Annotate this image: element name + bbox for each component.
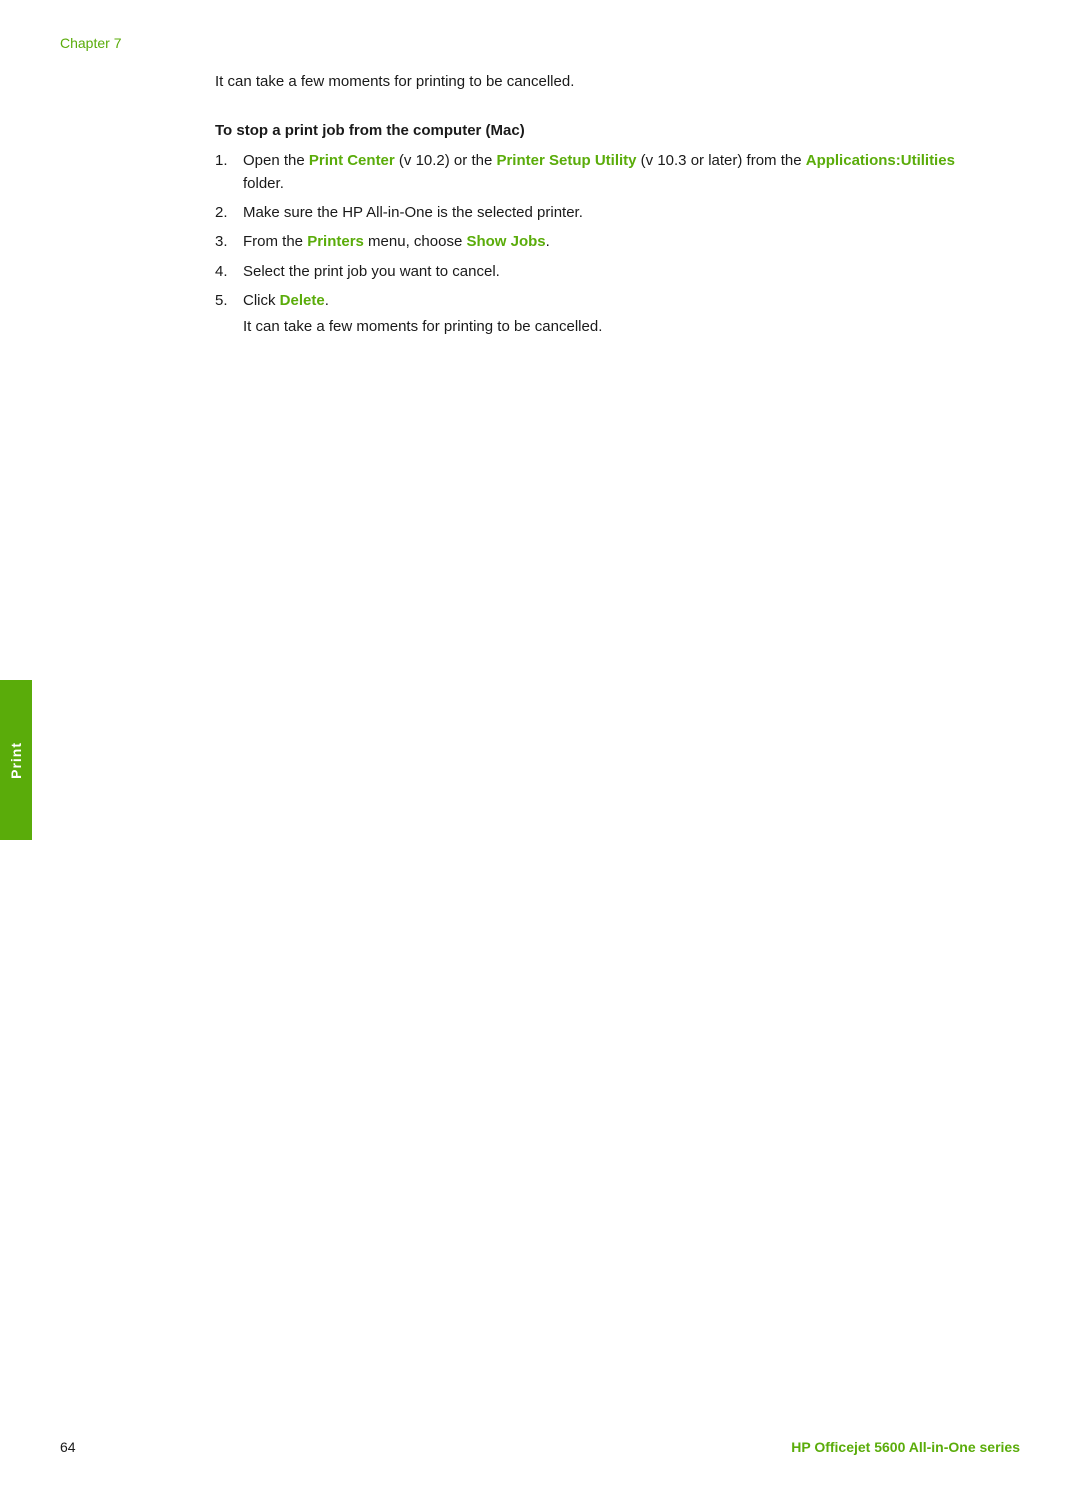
list-item: 4. Select the print job you want to canc…: [215, 260, 960, 283]
step-number: 5.: [215, 289, 243, 312]
page-container: Chapter 7 It can take a few moments for …: [0, 0, 1080, 1495]
step-number: 2.: [215, 201, 243, 224]
list-item: 2. Make sure the HP All-in-One is the se…: [215, 201, 960, 224]
side-tab: Print: [0, 680, 32, 840]
print-center-link: Print Center: [309, 152, 395, 169]
list-item: 5. Click Delete. It can take a few momen…: [215, 289, 960, 339]
step-content: From the Printers menu, choose Show Jobs…: [243, 230, 960, 253]
delete-link: Delete: [280, 292, 325, 309]
step-content: Open the Print Center (v 10.2) or the Pr…: [243, 149, 960, 196]
section-heading: To stop a print job from the computer (M…: [215, 122, 960, 139]
step-number: 4.: [215, 260, 243, 283]
applications-utilities-link: Applications:Utilities: [806, 152, 955, 169]
step-number: 1.: [215, 149, 243, 172]
side-tab-label: Print: [8, 742, 24, 779]
step-number: 3.: [215, 230, 243, 253]
show-jobs-link: Show Jobs: [466, 233, 545, 250]
step-content: Click Delete.: [243, 289, 329, 312]
printer-setup-link: Printer Setup Utility: [496, 152, 636, 169]
intro-text: It can take a few moments for printing t…: [215, 71, 960, 94]
footer: 64 HP Officejet 5600 All-in-One series: [60, 1439, 1020, 1455]
list-item: 3. From the Printers menu, choose Show J…: [215, 230, 960, 253]
step-note: It can take a few moments for printing t…: [243, 316, 602, 339]
chapter-label: Chapter 7: [60, 35, 1020, 51]
footer-page-number: 64: [60, 1439, 76, 1455]
steps-list: 1. Open the Print Center (v 10.2) or the…: [215, 149, 960, 339]
list-item: 1. Open the Print Center (v 10.2) or the…: [215, 149, 960, 196]
step-content: Make sure the HP All-in-One is the selec…: [243, 201, 960, 224]
printers-link: Printers: [307, 233, 364, 250]
step-content: Select the print job you want to cancel.: [243, 260, 960, 283]
main-content: It can take a few moments for printing t…: [215, 71, 960, 339]
footer-product-name: HP Officejet 5600 All-in-One series: [791, 1439, 1020, 1455]
